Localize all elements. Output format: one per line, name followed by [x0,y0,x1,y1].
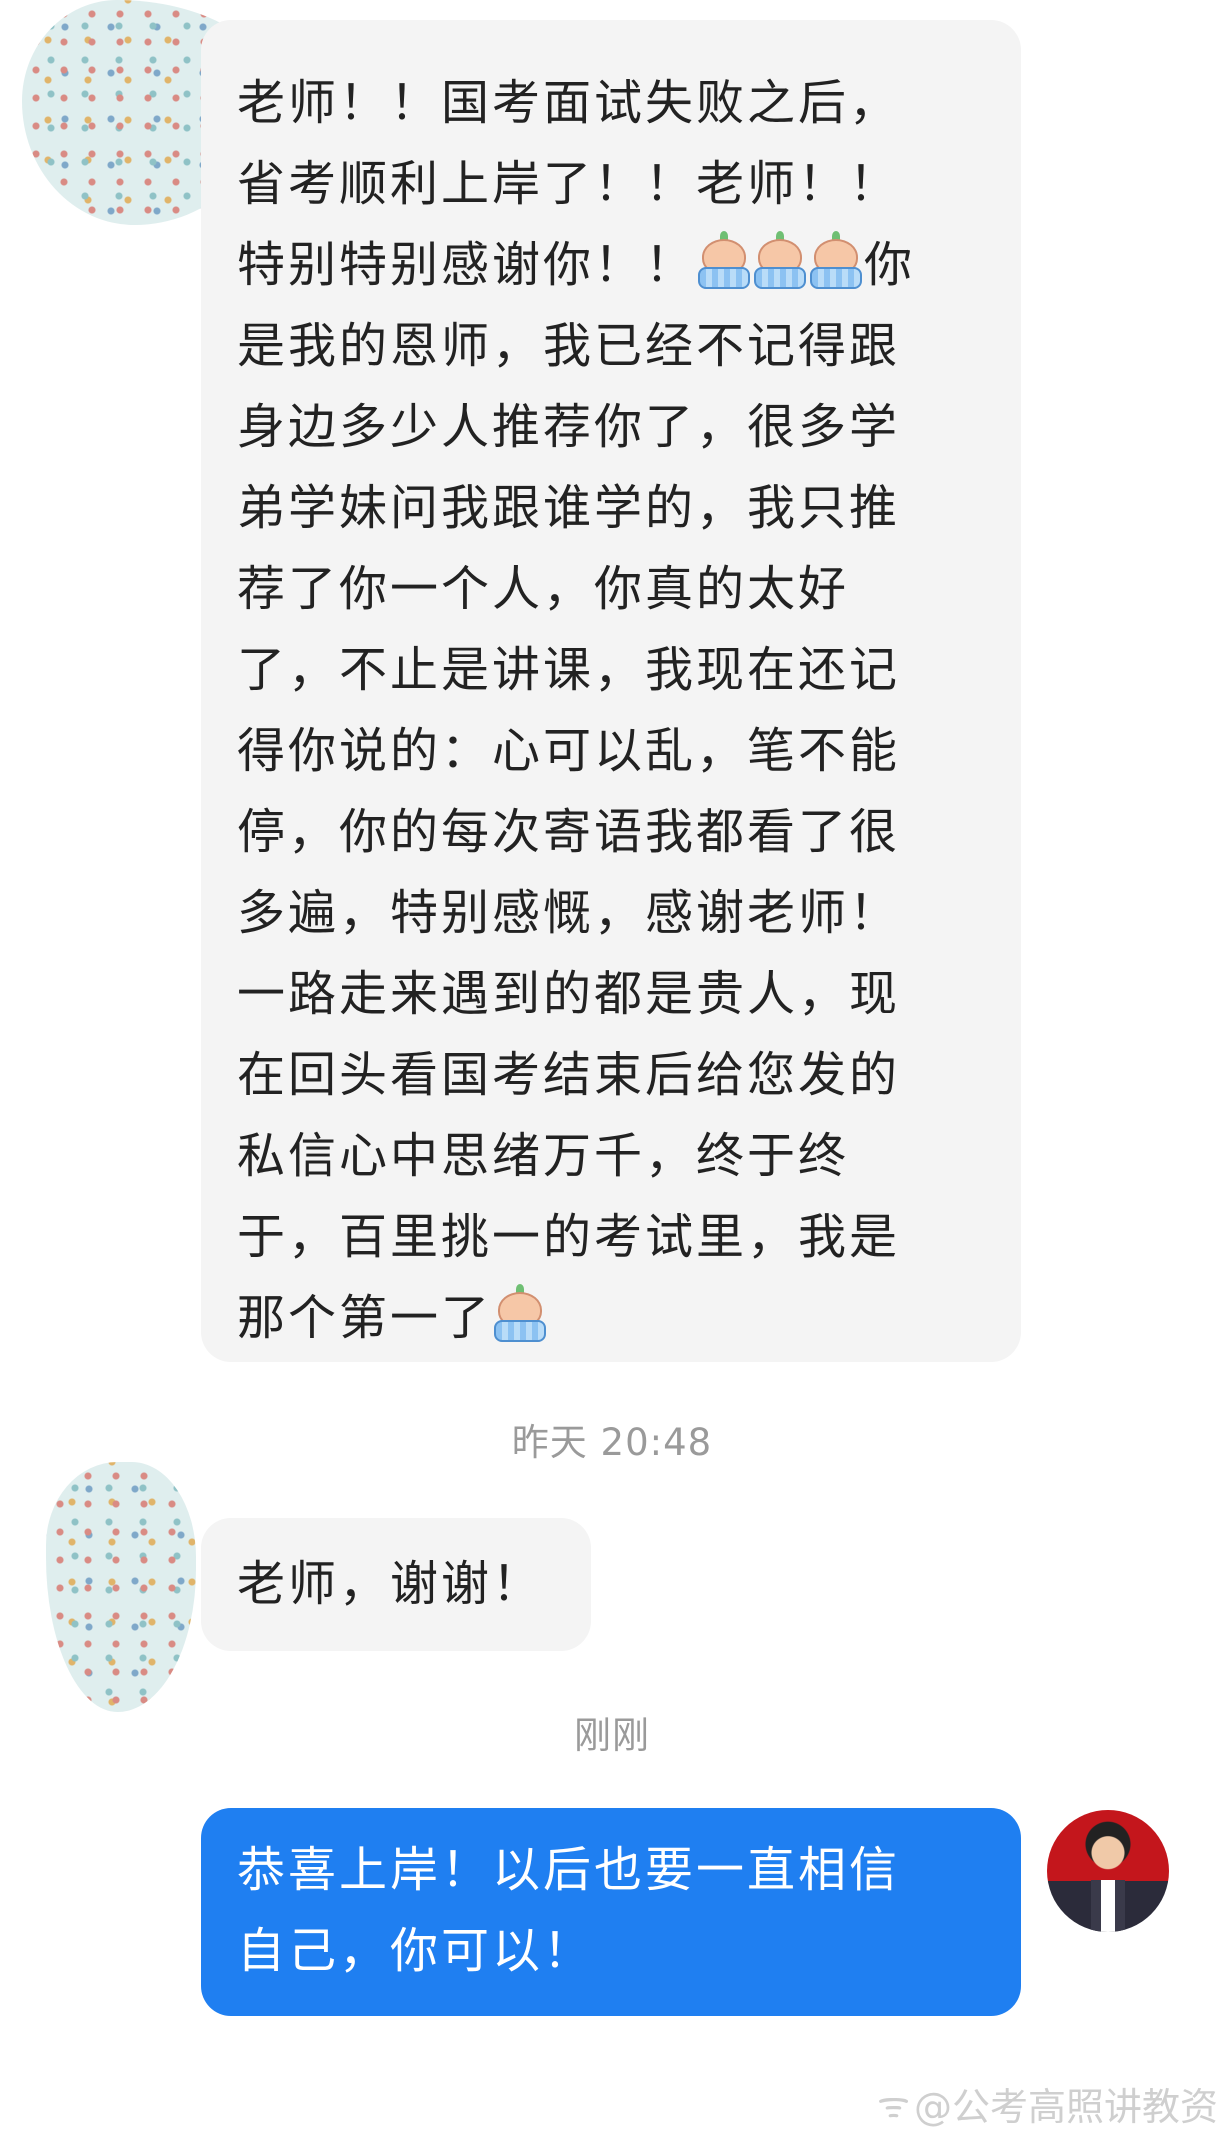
student-message-bubble[interactable]: 老师！！国考面试失败之后， 省考顺利上岸了！！老师！！ 特别特别感谢你！！ 你 是… [201,20,1021,1362]
message-line: 那个第一了 [237,1278,991,1359]
student-message-bubble[interactable]: 老师，谢谢！ [201,1518,591,1651]
message-line: 私信心中思绪万千，终于终 [237,1128,850,1184]
message-line: 于，百里挑一的考试里，我是 [237,1209,901,1265]
teacher-avatar[interactable] [1047,1810,1169,1932]
message-line: 停，你的每次寄语我都看了很 [237,804,901,860]
message-line: 省考顺利上岸了！！老师！！ [237,156,901,212]
message-line: 老师！！国考面试失败之后， [237,75,901,131]
message-line: 了，不止是讲课，我现在还记 [237,642,901,698]
message-timestamp: 昨天 20:48 [511,1421,713,1464]
message-line: 身边多少人推荐你了，很多学 [237,399,901,455]
crying-emoji-icon [752,231,808,289]
message-line: 恭喜上岸！以后也要一直相信 [237,1842,901,1898]
message-line: 弟学妹问我跟谁学的，我只推 [237,480,901,536]
teacher-message-bubble[interactable]: 恭喜上岸！以后也要一直相信 自己，你可以！ [201,1808,1021,2016]
message-text: 你 [864,237,916,293]
crying-emoji-icon [492,1284,548,1342]
watermark-text: @公考高照讲教资 [913,2085,1218,2129]
message-line: 是我的恩师，我已经不记得跟 [237,318,901,374]
watermark: ᯤ @公考高照讲教资 [877,2076,1218,2131]
crying-emoji-icon [696,231,752,289]
message-line: 一路走来遇到的都是贵人，现 [237,966,901,1022]
weibo-icon: ᯤ [877,2085,910,2126]
student-avatar[interactable] [46,1462,196,1712]
message-text: 那个第一了 [237,1290,493,1346]
crying-emoji-icon [808,231,864,289]
message-line: 得你说的：心可以乱，笔不能 [237,723,901,779]
message-line: 荐了你一个人，你真的太好 [237,561,850,617]
message-line: 特别特别感谢你！！ 你 [237,225,991,306]
message-line: 在回头看国考结束后给您发的 [237,1047,901,1103]
message-line: 老师，谢谢！ [237,1556,544,1612]
message-text: 特别特别感谢你！！ [237,237,697,293]
message-line: 多遍，特别感慨，感谢老师！ [237,885,901,941]
message-timestamp: 刚刚 [574,1714,650,1757]
message-line: 自己，你可以！ [237,1923,595,1979]
